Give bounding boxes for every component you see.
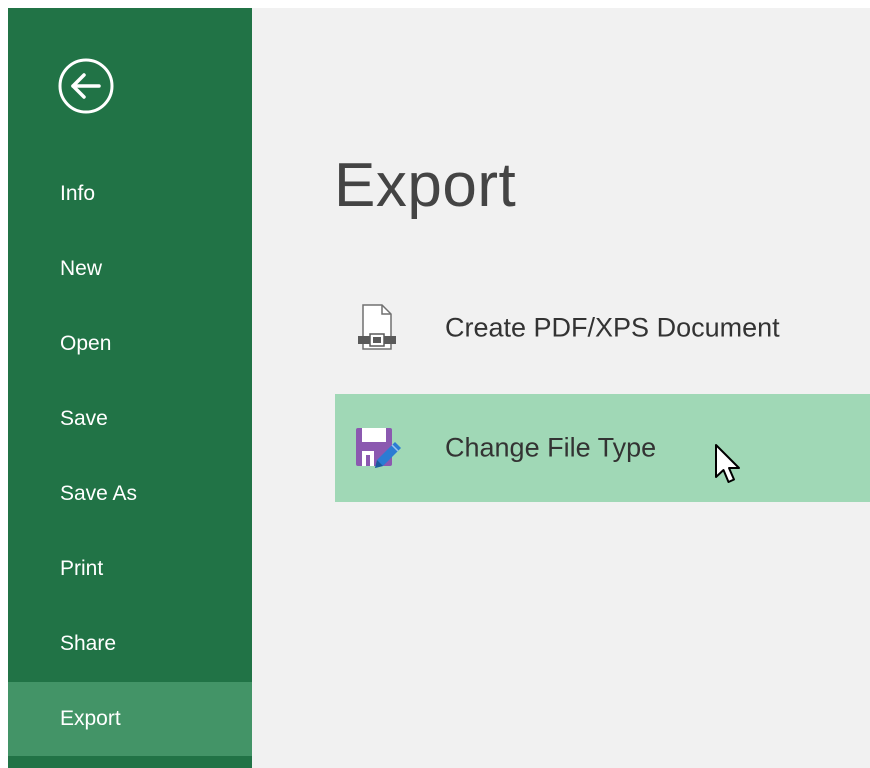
nav-item-label: Save	[60, 407, 108, 430]
nav-item-export[interactable]: Export	[8, 682, 252, 756]
page-title: Export	[334, 151, 517, 220]
nav-item-label: New	[60, 257, 103, 280]
backstage-window: Info New Open Save Save As Print Share E…	[8, 8, 870, 768]
save-edit-icon	[356, 428, 401, 468]
nav-item-new[interactable]: New	[8, 232, 252, 306]
nav-item-label: Share	[60, 632, 117, 655]
nav-item-label: Open	[60, 332, 112, 355]
nav-item-label: Info	[60, 182, 96, 205]
nav-item-info[interactable]: Info	[8, 157, 252, 231]
change-file-type-option[interactable]: Change File Type	[335, 394, 870, 502]
nav-item-print[interactable]: Print	[8, 532, 252, 606]
create-pdf-xps-option[interactable]: Create PDF/XPS Document	[335, 274, 870, 382]
backstage-sidebar: Info New Open Save Save As Print Share E…	[8, 8, 252, 768]
back-arrow-circle-icon	[58, 58, 114, 114]
mouse-pointer-icon	[715, 444, 740, 483]
main-content: Export Create PDF/XPS Document Change Fi…	[252, 8, 870, 768]
nav-item-label: Print	[60, 557, 104, 580]
pdf-document-icon	[358, 304, 396, 350]
option-label: Change File Type	[445, 432, 657, 463]
nav-item-label: Save As	[60, 482, 138, 505]
nav-item-save[interactable]: Save	[8, 382, 252, 456]
back-button[interactable]	[56, 56, 116, 116]
nav-item-share[interactable]: Share	[8, 607, 252, 681]
nav-item-save-as[interactable]: Save As	[8, 457, 252, 531]
nav-item-open[interactable]: Open	[8, 307, 252, 381]
option-label: Create PDF/XPS Document	[445, 312, 780, 343]
nav-item-label: Export	[60, 707, 121, 730]
